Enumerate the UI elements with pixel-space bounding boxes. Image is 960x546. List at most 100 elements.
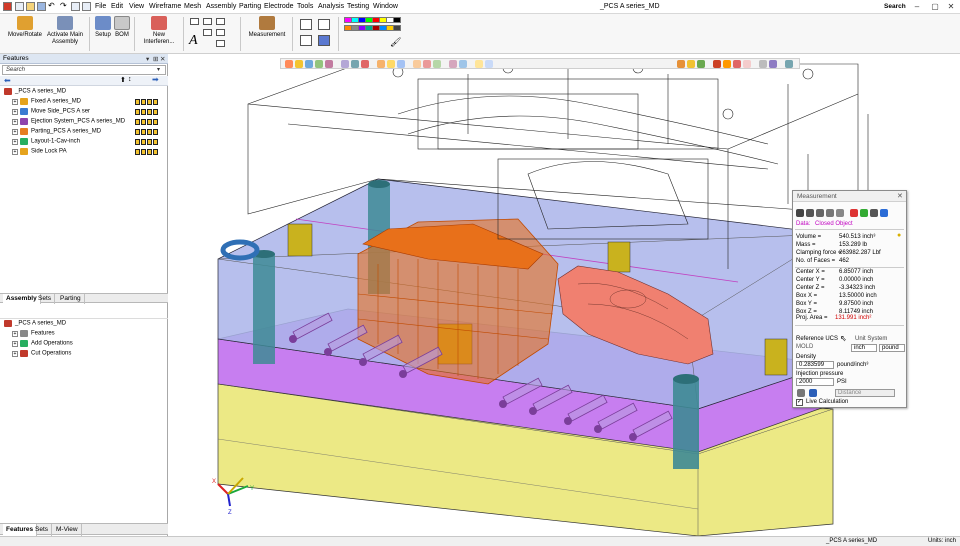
print-icon[interactable] <box>71 2 80 11</box>
menu-file[interactable]: File <box>95 3 106 10</box>
unit-length-select[interactable]: inch <box>851 344 877 352</box>
color-icon[interactable] <box>733 60 741 68</box>
dimension-label-icon[interactable] <box>216 40 225 47</box>
move-rotate-button[interactable]: Move/Rotate <box>5 16 45 52</box>
rotate-icon[interactable] <box>315 60 323 68</box>
measure-triangle-icon[interactable] <box>816 209 824 217</box>
tab-sets-bottom[interactable]: Sets <box>32 524 53 536</box>
unit-mass-select[interactable]: pound <box>879 344 905 352</box>
tab-m-view[interactable]: M-View <box>53 524 82 536</box>
new-file-icon[interactable] <box>15 2 24 11</box>
nav-back-icon[interactable]: ⬅ <box>4 76 11 85</box>
zoom-window-icon[interactable] <box>300 19 312 30</box>
copy-icon[interactable] <box>82 2 91 11</box>
menu-window[interactable]: Window <box>373 3 398 10</box>
expand-icon[interactable]: + <box>12 148 18 155</box>
material-icon[interactable] <box>423 60 431 68</box>
expand-icon[interactable]: + <box>12 138 18 145</box>
menu-mesh[interactable]: Mesh <box>184 3 201 10</box>
tree-item[interactable]: + Cut Operations <box>12 350 71 359</box>
menu-wireframe[interactable]: Wireframe <box>149 3 181 10</box>
tree-root[interactable]: _PCS A series_MD <box>4 88 66 97</box>
measure-copy-result-icon[interactable] <box>797 389 805 397</box>
show-icon[interactable] <box>485 60 493 68</box>
minimize-icon[interactable]: – <box>912 2 922 11</box>
expand-icon[interactable]: + <box>12 108 18 115</box>
redo-icon[interactable]: ↷ <box>60 2 69 11</box>
expand-icon[interactable]: + <box>12 128 18 135</box>
dimension-ordinate-icon[interactable] <box>203 29 212 36</box>
nav-up-icon[interactable]: ⬆ <box>120 76 126 84</box>
menu-edit[interactable]: Edit <box>111 3 123 10</box>
ucs-pick-icon[interactable]: ⇖ <box>840 334 847 343</box>
nav-forward-icon[interactable]: ➡ <box>152 75 159 84</box>
zoom-fit-icon[interactable] <box>318 19 330 30</box>
bulb-icon[interactable]: ● <box>897 232 901 239</box>
text-icon[interactable]: A <box>189 33 198 49</box>
shading-icon[interactable] <box>377 60 385 68</box>
undo-icon[interactable]: ↶ <box>48 2 57 11</box>
density-input[interactable]: 0.283599 <box>796 361 834 369</box>
menu-electrode[interactable]: Electrode <box>264 3 294 10</box>
color-swatch[interactable] <box>393 17 401 23</box>
view-front-icon[interactable] <box>341 60 349 68</box>
explode-icon[interactable] <box>723 60 731 68</box>
redo-view-icon[interactable] <box>697 60 705 68</box>
color-swatch[interactable] <box>393 25 401 31</box>
open-file-icon[interactable] <box>26 2 35 11</box>
help-icon[interactable] <box>785 60 793 68</box>
fit-icon[interactable] <box>325 60 333 68</box>
dimension-note-icon[interactable] <box>216 29 225 36</box>
measure-save-icon[interactable] <box>880 209 888 217</box>
tree-item[interactable]: + Layout-1-Cav-inch <box>12 138 80 147</box>
measurement-close-icon[interactable]: ✕ <box>897 192 903 200</box>
section-icon[interactable] <box>397 60 405 68</box>
search-box[interactable]: Search <box>884 3 906 10</box>
pin-icon[interactable]: ▾ <box>146 55 149 63</box>
pan-icon[interactable] <box>305 60 313 68</box>
tree-root[interactable]: _PCS A series_MD <box>4 320 66 329</box>
rotate-view-icon[interactable] <box>300 35 312 46</box>
dimension-radius-icon[interactable] <box>216 18 225 25</box>
menu-tools[interactable]: Tools <box>297 3 313 10</box>
measure-edge-icon[interactable] <box>826 209 834 217</box>
activate-main-assembly-button[interactable]: Activate Main Assembly <box>45 16 85 52</box>
select-icon[interactable] <box>285 60 293 68</box>
expand-icon[interactable]: + <box>12 118 18 125</box>
expand-icon[interactable]: + <box>12 330 18 337</box>
view-iso-icon[interactable] <box>361 60 369 68</box>
menu-parting[interactable]: Parting <box>239 3 261 10</box>
measure-view-icon[interactable] <box>743 60 751 68</box>
expand-icon[interactable]: + <box>12 340 18 347</box>
undo-view-icon[interactable] <box>687 60 695 68</box>
features-search-input[interactable]: Search ▾ <box>2 65 166 75</box>
measure-area-icon[interactable] <box>836 209 844 217</box>
tab-parting[interactable]: Parting <box>57 294 85 304</box>
save-icon[interactable] <box>37 2 46 11</box>
menu-assembly[interactable]: Assembly <box>206 3 236 10</box>
view-top-icon[interactable] <box>351 60 359 68</box>
tree-item[interactable]: + Side Lock PA <box>12 148 67 157</box>
panel-close-icon[interactable]: ✕ <box>160 55 165 63</box>
expand-icon[interactable]: + <box>12 350 18 357</box>
search-dropdown-icon[interactable]: ▾ <box>157 66 160 73</box>
settings-icon[interactable] <box>769 60 777 68</box>
maximize-icon[interactable]: ▢ <box>930 2 940 11</box>
menu-analysis[interactable]: Analysis <box>318 3 344 10</box>
dimension-linear-icon[interactable] <box>190 18 199 25</box>
dimension-angle-icon[interactable] <box>203 18 212 25</box>
tree-item[interactable]: + Parting_PCS A series_MD <box>12 128 101 137</box>
live-calc-checkbox[interactable]: ✓ <box>796 399 803 406</box>
menu-view[interactable]: View <box>129 3 144 10</box>
grid-icon[interactable] <box>759 60 767 68</box>
wireframe-icon[interactable] <box>387 60 395 68</box>
paint-brush-icon[interactable]: 🖌 <box>390 37 401 48</box>
expand-icon[interactable]: + <box>12 98 18 105</box>
app-logo-icon[interactable] <box>3 2 12 11</box>
measurement-button[interactable]: Measurement <box>246 16 288 52</box>
measure-clear-icon[interactable] <box>850 209 858 217</box>
clip-icon[interactable] <box>713 60 721 68</box>
render-mode-icon[interactable] <box>318 35 330 46</box>
distance-select[interactable]: Distance <box>835 389 895 397</box>
bom-button[interactable]: BOM <box>114 16 130 52</box>
